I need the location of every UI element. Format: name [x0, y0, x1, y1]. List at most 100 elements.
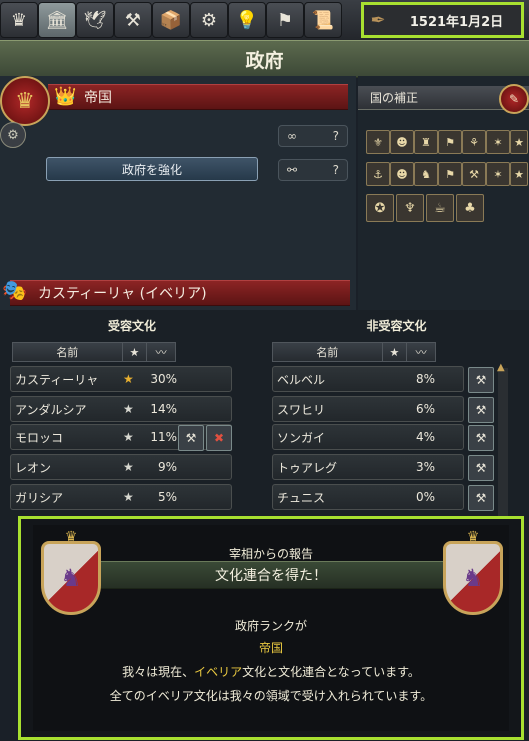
modifier-11-icon[interactable]: ⚑	[438, 162, 462, 186]
star-icon: ★	[123, 402, 134, 416]
non-accepted-row[interactable]: ソンガイ 4%	[272, 424, 464, 450]
reform-slot-2[interactable]: ⚯ ?	[278, 159, 348, 181]
modifiers-toggle-icon[interactable]: ✎	[499, 84, 529, 114]
modifier-17-icon[interactable]: ☕	[426, 194, 454, 222]
popup-body: 宰相からの報告 文化連合を得た！ ♞ ♛ ♞ ♛ 政府ランクが 帝国 我々は現在…	[33, 525, 509, 731]
empire-crown-icon: 👑	[54, 86, 77, 107]
culture-scrollbar[interactable]	[498, 368, 508, 518]
modifier-5-icon[interactable]: ⚘	[462, 130, 486, 154]
culture-masks-icon: 🎭	[2, 278, 27, 302]
non-accepted-row[interactable]: スワヒリ 6%	[272, 396, 464, 422]
date-display[interactable]: ✒ 1521年1月2日	[361, 2, 524, 38]
primary-star-icon: ★	[123, 372, 134, 386]
strengthen-government-button[interactable]: 政府を強化	[46, 157, 258, 181]
popup-title: 文化連合を得た！	[91, 561, 451, 589]
accepted-row[interactable]: アンダルシア ★ 14%	[10, 396, 232, 422]
modifier-12-icon[interactable]: ⚒	[462, 162, 486, 186]
modifier-16-icon[interactable]: ♆	[396, 194, 424, 222]
primary-culture-label: カスティーリャ (イベリア)	[38, 286, 207, 302]
modifier-4-icon[interactable]: ⚑	[438, 130, 462, 154]
culture-name: レオン	[15, 460, 52, 475]
popup-line-4: 全てのイベリア文化は我々の領域で受け入れられています。	[109, 689, 433, 703]
ideas-tab-icon[interactable]: 💡	[228, 2, 266, 38]
popup-line-3: 我々は現在、イベリア文化と文化連合となっています。	[122, 665, 420, 679]
culture-name: チュニス	[277, 490, 326, 505]
modifier-6-icon[interactable]: ✶	[486, 130, 510, 154]
popup-line-1: 政府ランクが	[234, 619, 307, 633]
trend-sort-icon[interactable]: 〰	[407, 343, 435, 361]
culture-percent: 0%	[415, 490, 435, 504]
flag-tab-icon[interactable]: ⚑	[266, 2, 304, 38]
left-coat-of-arms-icon: ♞	[41, 541, 101, 615]
non-accepted-row[interactable]: チュニス 0%	[272, 484, 464, 510]
accepted-row[interactable]: レオン ★ 9%	[10, 454, 232, 480]
culture-name: ガリシア	[15, 490, 64, 505]
culture-percent: 30%	[150, 372, 177, 386]
economy-tab-icon[interactable]: ⚒	[114, 2, 152, 38]
culture-percent: 14%	[150, 402, 177, 416]
non-accepted-name-header[interactable]: 名前	[273, 343, 383, 361]
culture-percent: 4%	[415, 430, 435, 444]
modifier-1-icon[interactable]: ⚜	[366, 130, 390, 154]
culture-name: モロッコ	[15, 430, 64, 445]
trade-tab-icon[interactable]: 📦	[152, 2, 190, 38]
modifier-18-icon[interactable]: ♣	[456, 194, 484, 222]
accepted-name-header[interactable]: 名前	[13, 343, 123, 361]
promote-culture-icon[interactable]: ⚒	[178, 425, 204, 451]
modifier-15-icon[interactable]: ✪	[366, 194, 394, 222]
modifier-10-icon[interactable]: ♞	[414, 162, 438, 186]
date-text: 1521年1月2日	[409, 14, 504, 30]
culture-percent: 6%	[415, 402, 435, 416]
rank-crown-icon[interactable]: ♛	[0, 76, 50, 126]
left-crown-icon: ♛	[64, 529, 78, 545]
scroll-up-icon[interactable]: ▲	[497, 362, 505, 373]
star-sort-icon[interactable]: ★	[123, 343, 148, 361]
trend-sort-icon[interactable]: 〰	[147, 343, 175, 361]
accept-culture-icon[interactable]: ⚒	[468, 367, 494, 393]
scroll-tab-icon[interactable]: 📜	[304, 2, 342, 38]
accepted-heading: 受容文化	[107, 318, 156, 333]
production-tab-icon[interactable]: ⚙	[190, 2, 228, 38]
accept-culture-icon[interactable]: ⚒	[468, 397, 494, 423]
event-popup: 宰相からの報告 文化連合を得た！ ♞ ♛ ♞ ♛ 政府ランクが 帝国 我々は現在…	[18, 516, 524, 740]
crown-tab-icon[interactable]: ♛	[0, 2, 38, 38]
modifier-7-icon[interactable]: ★	[510, 130, 528, 154]
culture-name: ソンガイ	[277, 430, 326, 445]
modifier-14-icon[interactable]: ★	[510, 162, 528, 186]
rank-label: 帝国	[84, 90, 112, 106]
culture-name: スワヒリ	[277, 402, 326, 417]
non-accepted-row[interactable]: ベルベル 8%	[272, 366, 464, 392]
modifier-2-icon[interactable]: ☻	[390, 130, 414, 154]
accept-culture-icon[interactable]: ⚒	[468, 455, 494, 481]
accepted-row[interactable]: カスティーリャ ★ 30%	[10, 366, 232, 392]
star-icon: ★	[123, 490, 134, 504]
accepted-row[interactable]: ガリシア ★ 5%	[10, 484, 232, 510]
culture-name: ベルベル	[277, 372, 326, 387]
link-arrow-icon: ⚯	[287, 163, 298, 177]
modifiers-label: 国の補正	[370, 91, 419, 105]
accept-culture-icon[interactable]: ⚒	[468, 425, 494, 451]
modifier-13-icon[interactable]: ✶	[486, 162, 510, 186]
government-tab-icon[interactable]: 🏛	[38, 2, 76, 38]
dove-tab-icon[interactable]: 🕊	[76, 2, 114, 38]
popup-rank: 帝国	[258, 641, 283, 655]
star-sort-icon[interactable]: ★	[383, 343, 408, 361]
non-accepted-row[interactable]: トゥアレグ 3%	[272, 454, 464, 480]
reform-slot-1[interactable]: ∞ ?	[278, 125, 348, 147]
star-icon: ★	[123, 460, 134, 474]
pen-icon: ✒	[370, 9, 386, 31]
non-accepted-column-header: 名前 ★ 〰	[272, 342, 436, 362]
modifier-3-icon[interactable]: ♜	[414, 130, 438, 154]
modifier-8-icon[interactable]: ⚓	[366, 162, 390, 186]
accept-culture-icon[interactable]: ⚒	[468, 485, 494, 511]
modifier-9-icon[interactable]: ☻	[390, 162, 414, 186]
chain-link-icon: ∞	[287, 129, 297, 143]
government-panel	[0, 76, 356, 310]
right-coat-of-arms-icon: ♞	[443, 541, 503, 615]
rank-ribbon: 帝国	[48, 84, 348, 110]
settings-gear-icon[interactable]: ⚙	[0, 122, 26, 148]
culture-name: アンダルシア	[15, 402, 87, 417]
remove-culture-icon[interactable]: ✖	[206, 425, 232, 451]
culture-percent: 9%	[157, 460, 177, 474]
culture-percent: 8%	[415, 372, 435, 386]
